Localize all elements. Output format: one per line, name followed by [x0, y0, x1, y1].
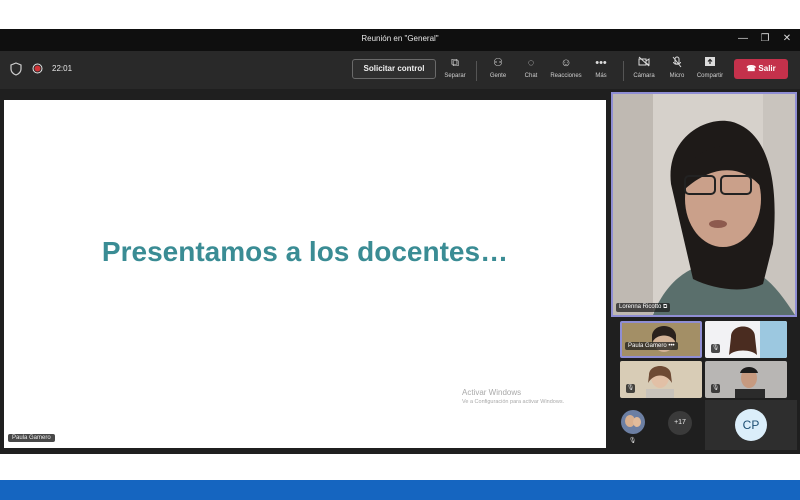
participant-tile[interactable]: 🎙: [705, 321, 787, 358]
leave-button[interactable]: ☎ Salir: [734, 59, 788, 79]
chat-label: Chat: [524, 73, 538, 79]
more-label: Más: [595, 73, 607, 79]
presenter-name-tag: Paula Gamero: [8, 434, 55, 442]
more-icon: •••: [595, 57, 607, 69]
mic-button[interactable]: Micro: [659, 56, 695, 86]
speaker-name-tag: Lorenna Ricotto ⧉: [616, 303, 671, 312]
meeting-toolbar: 22:01 Solicitar control ⧉ Separar ⚇ Gent…: [0, 51, 800, 89]
restore-icon[interactable]: ❐: [758, 32, 772, 46]
close-icon[interactable]: ✕: [780, 32, 794, 46]
share-button[interactable]: Compartir: [692, 56, 728, 86]
request-control-button[interactable]: Solicitar control: [352, 59, 436, 79]
avatar: CP: [735, 409, 767, 441]
screen-share-icon: ⧉: [663, 304, 668, 310]
slide-title: Presentamos a los docentes…: [101, 236, 509, 267]
muted-mic-icon: 🎙: [711, 344, 720, 353]
teams-meeting-window: Reunión en "General" — ❐ ✕ 22:01 Solicit…: [0, 29, 800, 454]
muted-mic-icon: 🎙: [628, 438, 637, 444]
share-label: Compartir: [696, 73, 724, 79]
popout-label: Separar: [444, 73, 466, 79]
minimize-icon[interactable]: —: [736, 32, 750, 46]
phone-hangup-icon: ☎: [746, 64, 759, 73]
meeting-timer: 22:01: [52, 64, 73, 73]
camera-label: Cámara: [633, 73, 655, 79]
mic-off-icon: [659, 56, 695, 70]
reactions-label: Reacciones: [550, 73, 582, 79]
more-participants-count[interactable]: +17: [668, 411, 692, 435]
chat-button[interactable]: ◌ Chat: [513, 56, 549, 86]
share-icon: [692, 56, 728, 70]
watermark-line-2: Ve a Configuración para activar Windows.: [462, 399, 565, 405]
window-title: Reunión en "General": [361, 34, 439, 43]
people-icon: ⚇: [493, 57, 503, 69]
people-label: Gente: [489, 73, 507, 79]
windows-activation-watermark: Activar Windows Ve a Configuración para …: [462, 388, 564, 405]
camera-off-icon: [626, 56, 662, 70]
muted-mic-icon: 🎙: [711, 384, 720, 393]
popout-button[interactable]: ⧉ Separar: [437, 56, 473, 86]
speaker-name: Lorenna Ricotto: [619, 304, 662, 310]
shared-screen: Presentamos a los docentes… Activar Wind…: [4, 100, 606, 448]
participant-name: Paula Gamero: [628, 343, 667, 349]
camera-button[interactable]: Cámara: [626, 56, 662, 86]
reactions-button[interactable]: ☺ Reacciones: [548, 56, 584, 86]
participant-tile[interactable]: 🎙: [620, 361, 702, 398]
more-options-icon[interactable]: •••: [668, 343, 674, 349]
toolbar-divider: [623, 61, 624, 81]
title-bar: Reunión en "General" — ❐ ✕: [0, 29, 800, 51]
reactions-icon: ☺: [560, 57, 572, 69]
participant-video: [622, 323, 700, 356]
more-button[interactable]: ••• Más: [583, 56, 619, 86]
accent-band: [0, 480, 800, 500]
people-button[interactable]: ⚇ Gente: [480, 56, 516, 86]
speaker-video-feed: [613, 94, 795, 315]
leave-label: Salir: [758, 64, 776, 73]
popout-icon: ⧉: [451, 57, 459, 69]
participant-tile[interactable]: CP: [705, 400, 797, 450]
watermark-line-1: Activar Windows: [462, 388, 522, 397]
mic-label: Micro: [669, 73, 685, 79]
participant-tile[interactable]: 🎙: [705, 361, 787, 398]
chat-icon: ◌: [527, 57, 535, 69]
participant-name-tag: Paula Gamero •••: [625, 342, 678, 350]
participant-avatar[interactable]: [620, 409, 646, 435]
toolbar-divider: [476, 61, 477, 81]
active-speaker-video[interactable]: Lorenna Ricotto ⧉: [611, 92, 797, 317]
screenshot-frame: Reunión en "General" — ❐ ✕ 22:01 Solicit…: [0, 0, 800, 500]
shield-icon[interactable]: [10, 62, 22, 76]
recording-icon: [32, 63, 43, 74]
participant-tile[interactable]: Paula Gamero •••: [620, 321, 702, 358]
muted-mic-icon: 🎙: [626, 384, 635, 393]
